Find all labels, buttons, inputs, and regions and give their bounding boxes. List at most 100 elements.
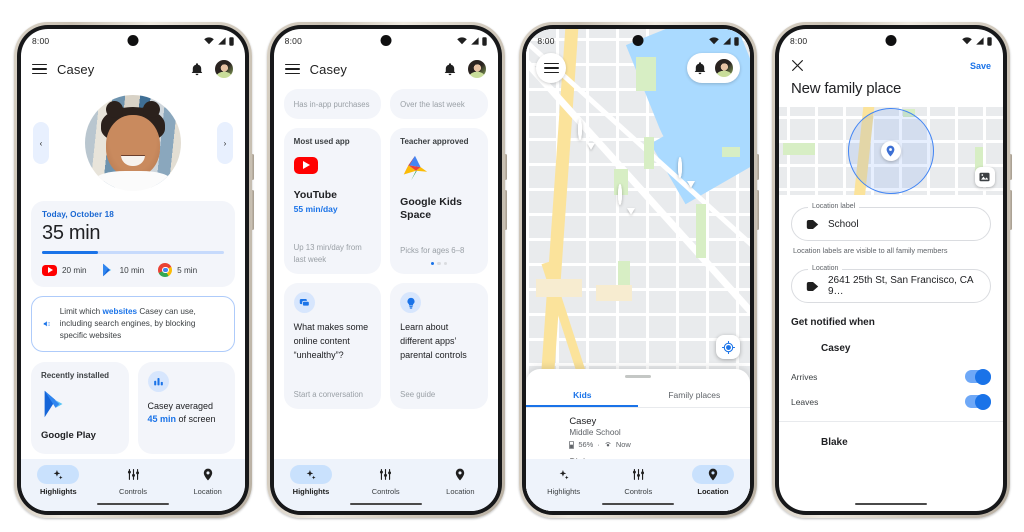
section-divider	[778, 421, 1003, 422]
phone-3-power-button[interactable]	[756, 154, 760, 180]
carousel-dots[interactable]	[400, 261, 478, 265]
wifi-icon	[962, 37, 972, 45]
phone-4-power-button[interactable]	[1008, 154, 1012, 180]
notification-bell-icon[interactable]	[693, 61, 707, 76]
gesture-bar[interactable]	[602, 502, 675, 505]
nav-item-location[interactable]: Location	[676, 465, 751, 496]
my-location-icon[interactable]	[716, 335, 741, 359]
camera-punch-hole	[632, 35, 644, 46]
average-screen-time-card[interactable]: Casey averaged 45 min of screen	[137, 361, 235, 454]
camera-punch-hole	[127, 35, 139, 46]
nav-label: Highlights	[547, 487, 581, 496]
phone-2-screen: 8:00 Casey Has in-app purchases Over the…	[273, 29, 498, 511]
place-pin-icon	[880, 141, 901, 161]
nav-label: Location	[446, 487, 475, 496]
leaves-toggle[interactable]	[964, 393, 991, 410]
card-most-used-app[interactable]: Most used app YouTube 55 min/day Up 13 m…	[283, 128, 382, 274]
card-parental-controls-guide[interactable]: Learn about different apps’ parental con…	[390, 283, 488, 409]
tune-sliders-icon	[617, 465, 659, 484]
place-map-preview[interactable]	[778, 107, 1003, 195]
hamburger-menu-icon[interactable]	[284, 63, 300, 75]
battery-icon	[987, 36, 992, 46]
card-conversation-starter[interactable]: What makes some online content “unhealth…	[283, 283, 382, 409]
person-name: Casey	[820, 342, 851, 354]
map-park	[782, 143, 815, 155]
blake-avatar	[791, 432, 811, 452]
parent-avatar[interactable]	[714, 58, 735, 78]
nav-item-highlights[interactable]: Highlights	[274, 465, 349, 496]
field-value: 2641 25th St, San Francisco, CA 9…	[827, 275, 974, 297]
sheet-drag-handle[interactable]	[625, 375, 652, 378]
gesture-bar[interactable]	[854, 502, 927, 505]
toggle-label: Arrives	[790, 371, 818, 382]
phone-1-volume-button[interactable]	[251, 190, 254, 230]
hamburger-menu-icon[interactable]	[32, 63, 47, 75]
camera-punch-hole	[380, 35, 392, 46]
field-label: Location label	[807, 203, 860, 210]
carousel-next-button[interactable]: ›	[217, 122, 233, 164]
phone-4-volume-button[interactable]	[1008, 190, 1012, 230]
bar-chart-icon	[147, 370, 169, 392]
phone-3-volume-button[interactable]	[756, 190, 760, 230]
nav-item-controls[interactable]: Controls	[348, 465, 423, 496]
screen-time-card[interactable]: Today, October 18 35 min 20 min 10 min 5…	[31, 201, 235, 287]
nav-label: Location	[193, 487, 222, 496]
phone-2-volume-button[interactable]	[503, 190, 507, 230]
arrives-toggle[interactable]	[964, 368, 991, 385]
nav-item-controls[interactable]: Controls	[601, 465, 676, 496]
nav-item-controls[interactable]: Controls	[96, 465, 171, 496]
field-label: Location	[807, 265, 843, 272]
parent-avatar[interactable]	[466, 59, 487, 79]
website-limit-tip-card[interactable]: Limit which websites Casey can use, incl…	[31, 296, 235, 352]
recently-installed-card[interactable]: Recently installed Google Play	[31, 361, 129, 454]
notification-bell-icon[interactable]	[190, 62, 204, 77]
tip-text: Limit which websites Casey can use, incl…	[59, 307, 196, 340]
card-teacher-approved[interactable]: Teacher approved Google Kids Space Picks…	[390, 128, 488, 274]
nav-item-highlights[interactable]: Highlights	[21, 465, 96, 496]
blake-marker[interactable]	[578, 119, 604, 151]
notification-bell-icon[interactable]	[443, 62, 457, 77]
card-header: Most used app	[293, 137, 350, 146]
parent-avatar[interactable]	[214, 59, 234, 79]
hamburger-menu-icon[interactable]	[536, 53, 567, 83]
tab-family-places[interactable]: Family places	[638, 384, 750, 407]
section-header-notify: Get notified when	[790, 317, 875, 328]
status-bar: 8:00	[779, 29, 1003, 53]
phone-2-content: Has in-app purchases Over the last week …	[274, 89, 498, 511]
location-address-field[interactable]: Location 2641 25th St, San Francisco, CA…	[790, 265, 991, 303]
google-play-icon	[41, 389, 119, 424]
nav-item-location[interactable]: Location	[423, 465, 498, 496]
toggle-row-leaves: Leaves	[791, 393, 991, 410]
casey-marker[interactable]	[618, 184, 644, 216]
tune-sliders-icon	[365, 465, 407, 484]
gesture-bar[interactable]	[349, 502, 422, 505]
gesture-bar[interactable]	[97, 502, 169, 505]
person-row-blake: Blake	[791, 432, 991, 452]
card-over-last-week[interactable]: Over the last week	[390, 89, 488, 119]
phone-1-power-button[interactable]	[251, 154, 254, 180]
location-label-field[interactable]: Location label School	[790, 203, 991, 241]
map-layers-icon[interactable]	[974, 167, 995, 187]
close-x-icon[interactable]	[791, 59, 804, 72]
app-name: Google Kids Space	[400, 196, 462, 222]
bottom-navigation: Highlights Controls Location	[273, 459, 498, 511]
map-park	[696, 204, 707, 258]
card-question: What makes some online content “unhealth…	[293, 322, 369, 360]
person-row-casey: Casey	[791, 338, 991, 358]
top-card-row: Has in-app purchases Over the last week	[283, 89, 488, 119]
nav-item-highlights[interactable]: Highlights	[526, 465, 601, 496]
save-button[interactable]: Save	[970, 61, 991, 71]
battery-icon	[481, 36, 487, 46]
card-in-app-purchases[interactable]: Has in-app purchases	[283, 89, 382, 119]
carousel-prev-button[interactable]: ‹	[33, 122, 49, 164]
tab-kids[interactable]: Kids	[526, 384, 638, 407]
list-item-casey[interactable]: Casey Middle School 56% · Now	[526, 408, 750, 449]
wifi-icon	[456, 37, 467, 45]
phone-4-new-family-place: 8:00 Save New family place Location labe…	[771, 22, 1012, 518]
phone-2-power-button[interactable]	[503, 154, 507, 180]
family-marker[interactable]	[678, 157, 704, 189]
nav-item-location[interactable]: Location	[170, 465, 245, 496]
app-name: Google Play	[41, 429, 96, 441]
location-pin-icon	[439, 465, 481, 484]
chrome-icon	[158, 263, 173, 277]
